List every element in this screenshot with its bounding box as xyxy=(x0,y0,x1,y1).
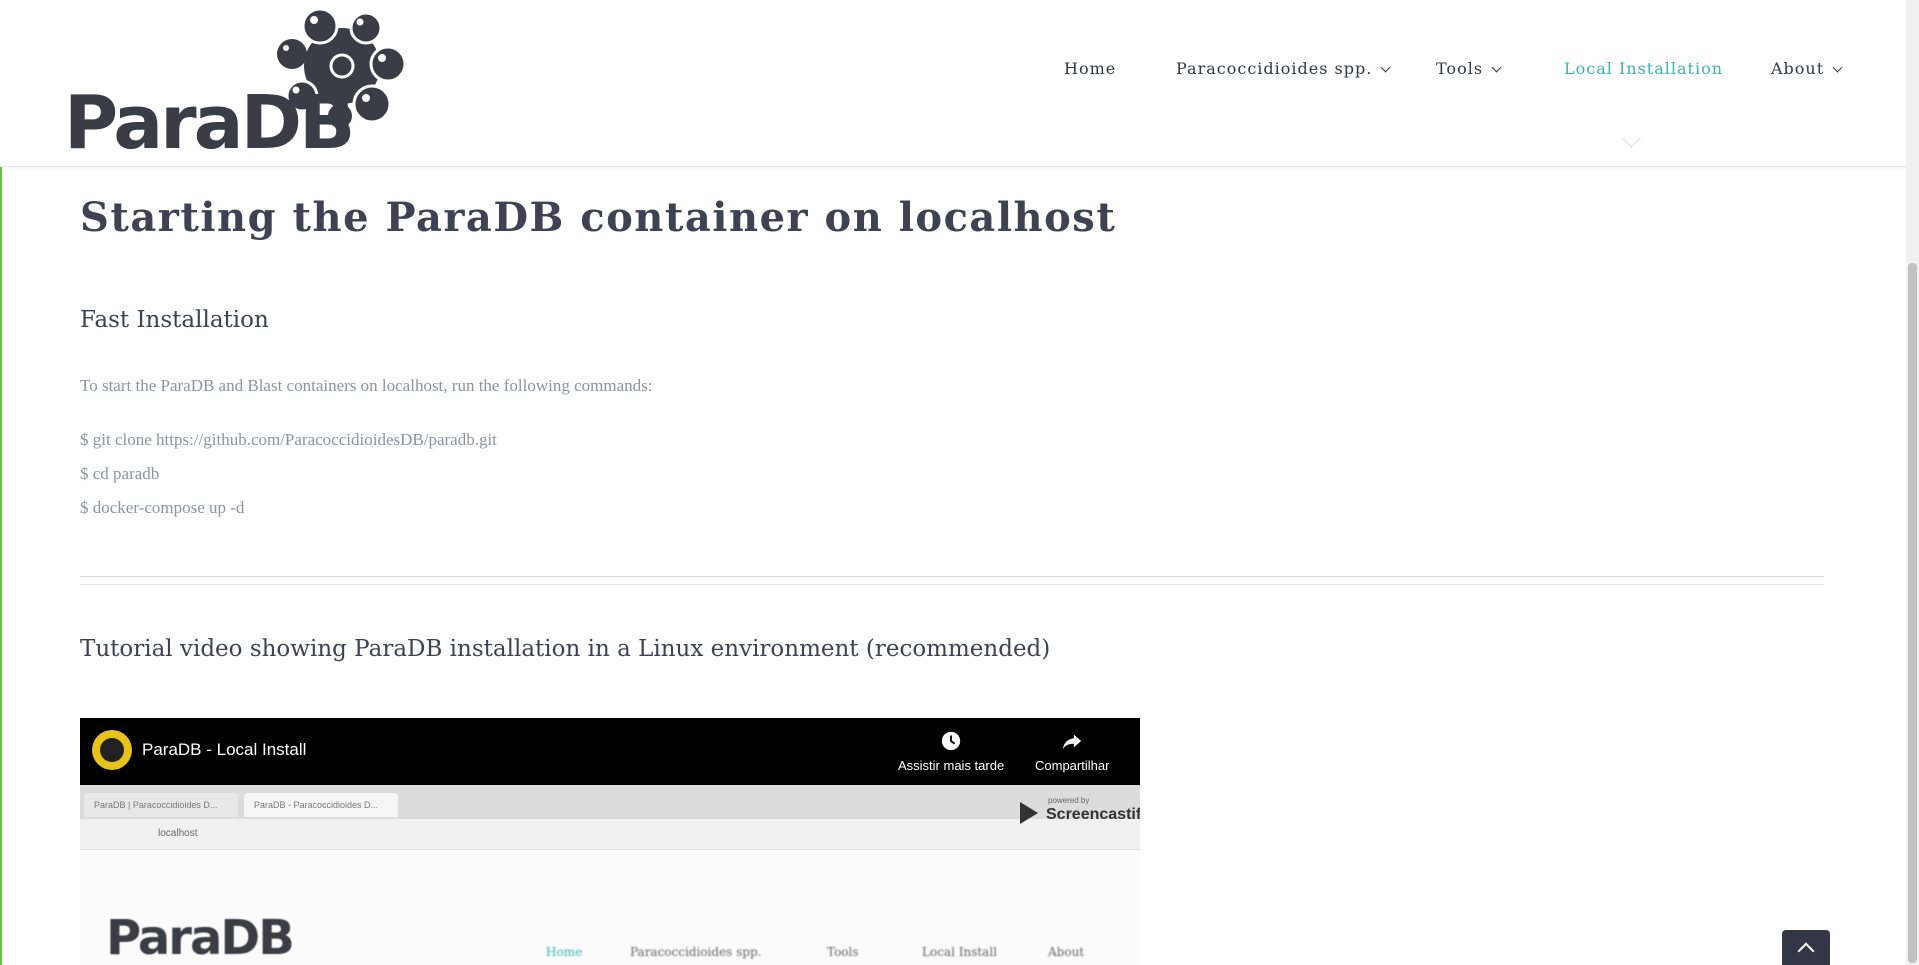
channel-avatar[interactable] xyxy=(92,730,132,770)
share-button[interactable]: Compartilhar xyxy=(1035,730,1109,773)
active-nav-indicator xyxy=(1622,129,1641,148)
tutorial-heading: Tutorial video showing ParaDB installati… xyxy=(80,636,1051,662)
nav-home[interactable]: Home xyxy=(1064,59,1116,78)
command-line: $ cd paradb xyxy=(80,464,160,483)
section-divider xyxy=(80,576,1824,577)
page-title: Starting the ParaDB container on localho… xyxy=(80,194,1117,241)
video-frame-nav-item: Local Install xyxy=(922,945,997,959)
nav-local-installation[interactable]: Local Installation xyxy=(1564,59,1723,78)
video-frame-tab: ParaDB | Paracoccidioides D... xyxy=(84,793,238,817)
play-icon xyxy=(1020,802,1038,824)
watch-later-button[interactable]: Assistir mais tarde xyxy=(898,730,1004,773)
share-icon xyxy=(1063,734,1082,750)
scrollbar-thumb[interactable] xyxy=(1908,263,1917,963)
video-frame-nav-item: Paracoccidioides spp. xyxy=(630,945,762,959)
nav-local-installation-label: Local Installation xyxy=(1564,59,1724,78)
nav-about[interactable]: About xyxy=(1771,59,1843,78)
scroll-to-top-button[interactable] xyxy=(1782,930,1830,965)
intro-text: To start the ParaDB and Blast containers… xyxy=(80,376,653,395)
section-divider xyxy=(80,584,1824,585)
video-frame-page: ParaDB Home Paracoccidioides spp. Tools … xyxy=(80,850,1140,965)
page-scrollbar[interactable] xyxy=(1906,0,1919,965)
video-frame-nav-item: About xyxy=(1048,945,1085,959)
nav-paracoccidioides-label: Paracoccidioides spp. xyxy=(1176,59,1373,78)
chevron-down-icon xyxy=(1832,62,1843,73)
chevron-up-icon xyxy=(1797,942,1815,960)
video-frame-address: localhost xyxy=(158,828,198,839)
fast-installation-heading: Fast Installation xyxy=(80,307,269,333)
video-frame-nav-item: Home xyxy=(546,945,583,959)
main-nav: Home Paracoccidioides spp. Tools Local I… xyxy=(0,59,1906,85)
chevron-down-icon xyxy=(1380,62,1391,73)
nav-paracoccidioides[interactable]: Paracoccidioides spp. xyxy=(1176,59,1391,78)
screencastify-watermark: powered by Screencastify xyxy=(1008,788,1140,844)
video-player[interactable]: ParaDB | Paracoccidioides D... ParaDB - … xyxy=(80,718,1140,965)
watermark-small-text: powered by xyxy=(1048,796,1090,805)
command-line: $ docker-compose up -d xyxy=(80,498,245,517)
video-frame-tab: ParaDB - Paracoccidioides D... xyxy=(244,793,398,817)
video-title[interactable]: ParaDB - Local Install xyxy=(142,740,306,760)
nav-about-label: About xyxy=(1771,59,1825,78)
watermark-text: Screencastify xyxy=(1046,806,1140,823)
nav-tools-label: Tools xyxy=(1436,59,1484,78)
video-frame-nav-item: Tools xyxy=(827,945,859,959)
video-frame-address-bar: localhost xyxy=(80,819,1140,850)
video-frame-logo: ParaDB xyxy=(106,910,295,965)
nav-home-label: Home xyxy=(1064,59,1117,78)
watch-later-label: Assistir mais tarde xyxy=(898,758,1005,773)
share-label: Compartilhar xyxy=(1035,758,1110,773)
video-frame-browser-tabs: ParaDB | Paracoccidioides D... ParaDB - … xyxy=(80,785,1140,819)
chevron-down-icon xyxy=(1491,62,1502,73)
logo-wordmark: ParaDB xyxy=(64,80,355,166)
site-header: ParaDB Home Paracoccidioides spp. Tools … xyxy=(0,0,1906,167)
video-title-bar: ParaDB - Local Install Assistir mais tar… xyxy=(80,718,1140,785)
command-line: $ git clone https://github.com/Paracocci… xyxy=(80,430,497,449)
clock-icon xyxy=(941,731,961,751)
nav-tools[interactable]: Tools xyxy=(1436,59,1502,78)
